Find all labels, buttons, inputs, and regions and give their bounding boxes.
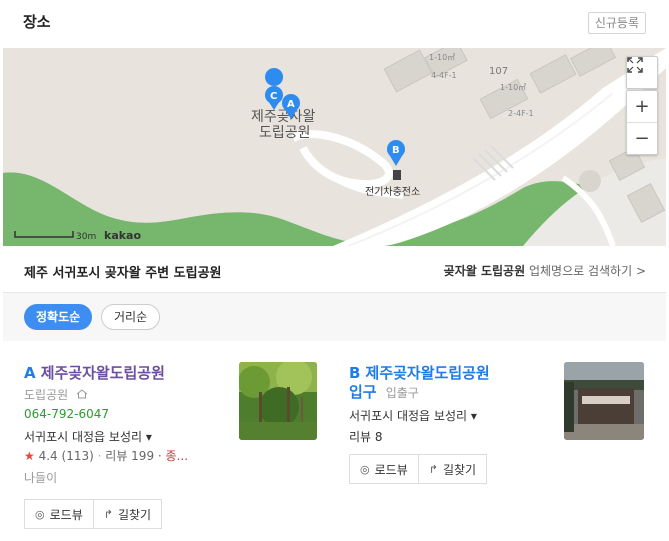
directions-button[interactable]: ↱ 길찾기 [417, 455, 486, 483]
fullscreen-control [626, 56, 658, 89]
marker-b-label: B [392, 145, 400, 156]
road-label: 1-10㎡ [429, 53, 455, 62]
register-button[interactable]: 신규등록 [587, 12, 646, 34]
directions-button[interactable]: ↱ 길찾기 [92, 500, 161, 528]
result-actions: ◎ 로드뷰 ↱ 길찾기 [349, 454, 488, 484]
place-panel: 장소 신규등록 1-10㎡ 4-4F-1 107 1-10㎡ 2-4F-1 제주… [3, 0, 666, 541]
panel-title: 장소 [23, 13, 51, 31]
sort-accuracy-button[interactable]: 정확도순 [24, 304, 93, 330]
sort-distance-button[interactable]: 거리순 [101, 304, 161, 330]
place-address[interactable]: 서귀포시 대정읍 보성리 ▾ [349, 407, 477, 424]
result-actions: ◎ 로드뷰 ↱ 길찾기 [24, 499, 163, 529]
place-address[interactable]: 서귀포시 대정읍 보성리 ▾ [24, 428, 152, 445]
expand-icon[interactable] [627, 57, 657, 88]
review-count[interactable]: 리뷰 199 [105, 449, 154, 463]
home-icon [76, 384, 88, 399]
map-canvas: 1-10㎡ 4-4F-1 107 1-10㎡ 2-4F-1 제주곶자왈 도립공원… [3, 48, 666, 246]
kakao-logo: kakao [104, 229, 141, 242]
place-category: 도립공원 [24, 388, 69, 402]
marker-a-label: A [287, 99, 295, 110]
place-name-link[interactable]: 제주곶자왈도립공원 [41, 364, 165, 382]
directions-label: 길찾기 [442, 462, 477, 477]
result-list: A 제주곶자왈도립공원 도립공원 064-792-6047 서귀포시 대정읍 보… [3, 342, 666, 541]
scale-label: 30m [76, 232, 96, 242]
map-place-label: 제주곶자왈 [251, 109, 316, 125]
result-letter: A [24, 364, 36, 382]
place-phone[interactable]: 064-792-6047 [24, 407, 109, 421]
roadview-label: 로드뷰 [49, 507, 83, 522]
result-letter: B [349, 364, 361, 382]
map-view[interactable]: 1-10㎡ 4-4F-1 107 1-10㎡ 2-4F-1 제주곶자왈 도립공원… [3, 48, 666, 246]
place-tag: 나들이 [24, 471, 58, 485]
zoom-in-icon[interactable]: + [627, 91, 657, 122]
business-search-link[interactable]: 곶자왈 도립공원 업체명으로 검색하기 > [444, 262, 646, 279]
more-tag: · 종... [157, 449, 189, 463]
place-thumbnail-b[interactable] [564, 362, 644, 440]
zoom-control: + − [626, 90, 658, 155]
place-name-link[interactable]: 제주곶자왈도립공원 [366, 364, 490, 382]
search-suffix: 업체명으로 검색하기 > [528, 264, 646, 278]
roadview-label: 로드뷰 [374, 462, 408, 477]
sort-options: 정확도순 거리순 [3, 293, 666, 341]
search-suggestion-row: 제주 서귀포시 곶자왈 주변 도립공원 곶자왈 도립공원 업체명으로 검색하기 … [3, 248, 666, 293]
directions-icon: ↱ [103, 507, 113, 521]
road-label: 4-4F-1 [431, 71, 457, 80]
zoom-out-icon[interactable]: − [627, 122, 657, 154]
road-label: 1-10㎡ [500, 83, 526, 92]
star-icon: ★ [24, 449, 35, 463]
road-label: 2-4F-1 [508, 109, 534, 118]
roadview-icon: ◎ [35, 507, 45, 521]
place-name-link-cont[interactable]: 입구 [349, 383, 377, 401]
rating-value: 4.4 [38, 449, 58, 463]
search-keyword: 곶자왈 도립공원 [443, 264, 526, 278]
directions-label: 길찾기 [117, 507, 152, 522]
rating-count: (113) [61, 449, 94, 463]
area-label: 제주 서귀포시 곶자왈 주변 도립공원 [24, 266, 222, 281]
map-place-label: 도립공원 [259, 125, 311, 141]
review-count[interactable]: 리뷰 8 [349, 428, 383, 445]
roadview-button[interactable]: ◎ 로드뷰 [350, 455, 418, 483]
charging-icon [393, 170, 401, 180]
panel-header: 장소 신규등록 [3, 0, 666, 46]
charging-station-label: 전기차충전소 [365, 186, 420, 198]
directions-icon: ↱ [428, 462, 438, 476]
place-thumbnail-a[interactable] [239, 362, 317, 440]
marker-c-label: C [270, 91, 277, 102]
roadview-icon: ◎ [360, 462, 370, 476]
place-category: 입출구 [385, 386, 419, 400]
building-number: 107 [489, 66, 508, 77]
roadview-button[interactable]: ◎ 로드뷰 [25, 500, 93, 528]
